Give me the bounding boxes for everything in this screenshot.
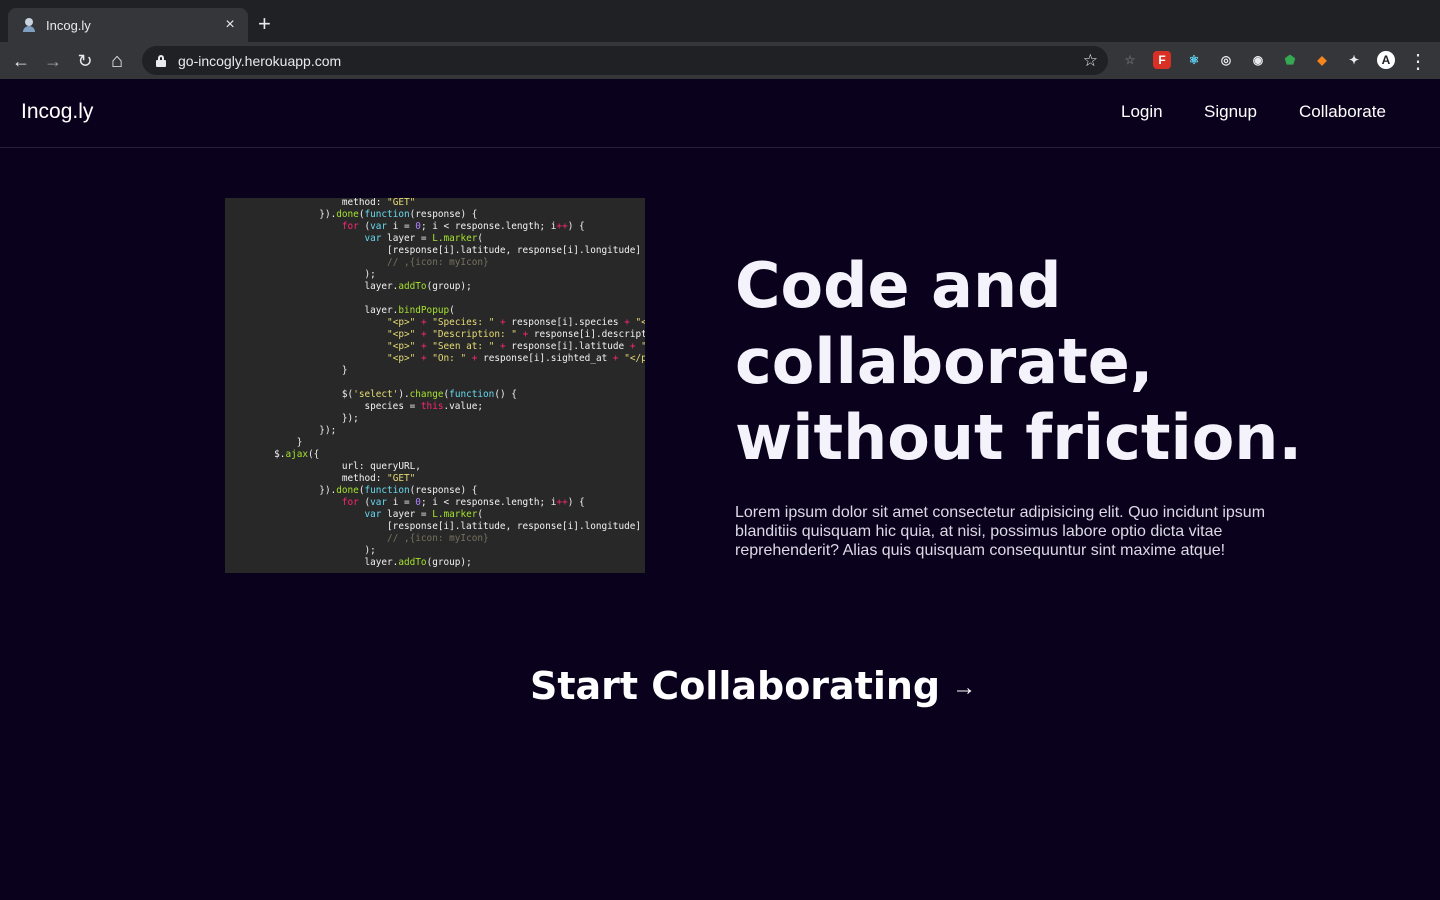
chat-extension-icon[interactable]: ◉ bbox=[1249, 51, 1267, 69]
address-bar[interactable]: go-incogly.herokuapp.com ☆ bbox=[142, 46, 1108, 75]
forward-button[interactable]: → bbox=[40, 48, 66, 74]
hero-headline: Code and collaborate, without friction. bbox=[735, 249, 1302, 474]
green-extension-icon[interactable]: ⬟ bbox=[1281, 51, 1299, 69]
lock-icon bbox=[156, 54, 166, 67]
nav-signup-link[interactable]: Signup bbox=[1204, 102, 1257, 122]
star-outline-icon[interactable]: ☆ bbox=[1121, 51, 1139, 69]
puzzle-extensions-icon[interactable]: ✦ bbox=[1345, 51, 1363, 69]
start-collaborating-button[interactable]: Start Collaborating → bbox=[530, 664, 976, 708]
reload-button[interactable]: ↻ bbox=[72, 48, 98, 74]
bookmark-star-icon[interactable]: ☆ bbox=[1083, 51, 1098, 71]
browser-menu-icon[interactable]: ⋮ bbox=[1405, 48, 1431, 74]
incognito-favicon-icon bbox=[22, 17, 36, 33]
nav-login-link[interactable]: Login bbox=[1121, 102, 1163, 122]
f-extension-icon[interactable]: F bbox=[1153, 51, 1171, 69]
target-extension-icon[interactable]: ◎ bbox=[1217, 51, 1235, 69]
site-navbar: Incog.ly Login Signup Collaborate bbox=[0, 79, 1440, 148]
back-button[interactable]: ← bbox=[8, 48, 34, 74]
url-text[interactable]: go-incogly.herokuapp.com bbox=[178, 53, 1083, 69]
react-devtools-icon[interactable]: ⚛ bbox=[1185, 51, 1203, 69]
metamask-fox-icon[interactable]: ◆ bbox=[1313, 51, 1331, 69]
home-button[interactable]: ⌂ bbox=[104, 48, 130, 74]
cta-label: Start Collaborating bbox=[530, 664, 941, 708]
browser-tab[interactable]: Incog.ly × bbox=[8, 8, 248, 42]
profile-avatar-icon[interactable]: A bbox=[1377, 51, 1395, 69]
browser-tabstrip: Incog.ly × + bbox=[0, 0, 1440, 42]
browser-toolbar: ← → ↻ ⌂ go-incogly.herokuapp.com ☆ ☆ F ⚛ ◎ ◉… bbox=[0, 42, 1440, 79]
close-tab-icon[interactable]: × bbox=[222, 16, 238, 34]
tab-title: Incog.ly bbox=[46, 17, 91, 33]
code-screenshot-image: method: "GET" }).done(function(response)… bbox=[225, 198, 645, 573]
hero-description: Lorem ipsum dolor sit amet consectetur a… bbox=[735, 504, 1266, 559]
arrow-right-icon: → bbox=[952, 674, 977, 701]
nav-collaborate-link[interactable]: Collaborate bbox=[1299, 102, 1386, 122]
site-brand-logo[interactable]: Incog.ly bbox=[21, 100, 93, 124]
new-tab-button[interactable]: + bbox=[258, 12, 271, 36]
